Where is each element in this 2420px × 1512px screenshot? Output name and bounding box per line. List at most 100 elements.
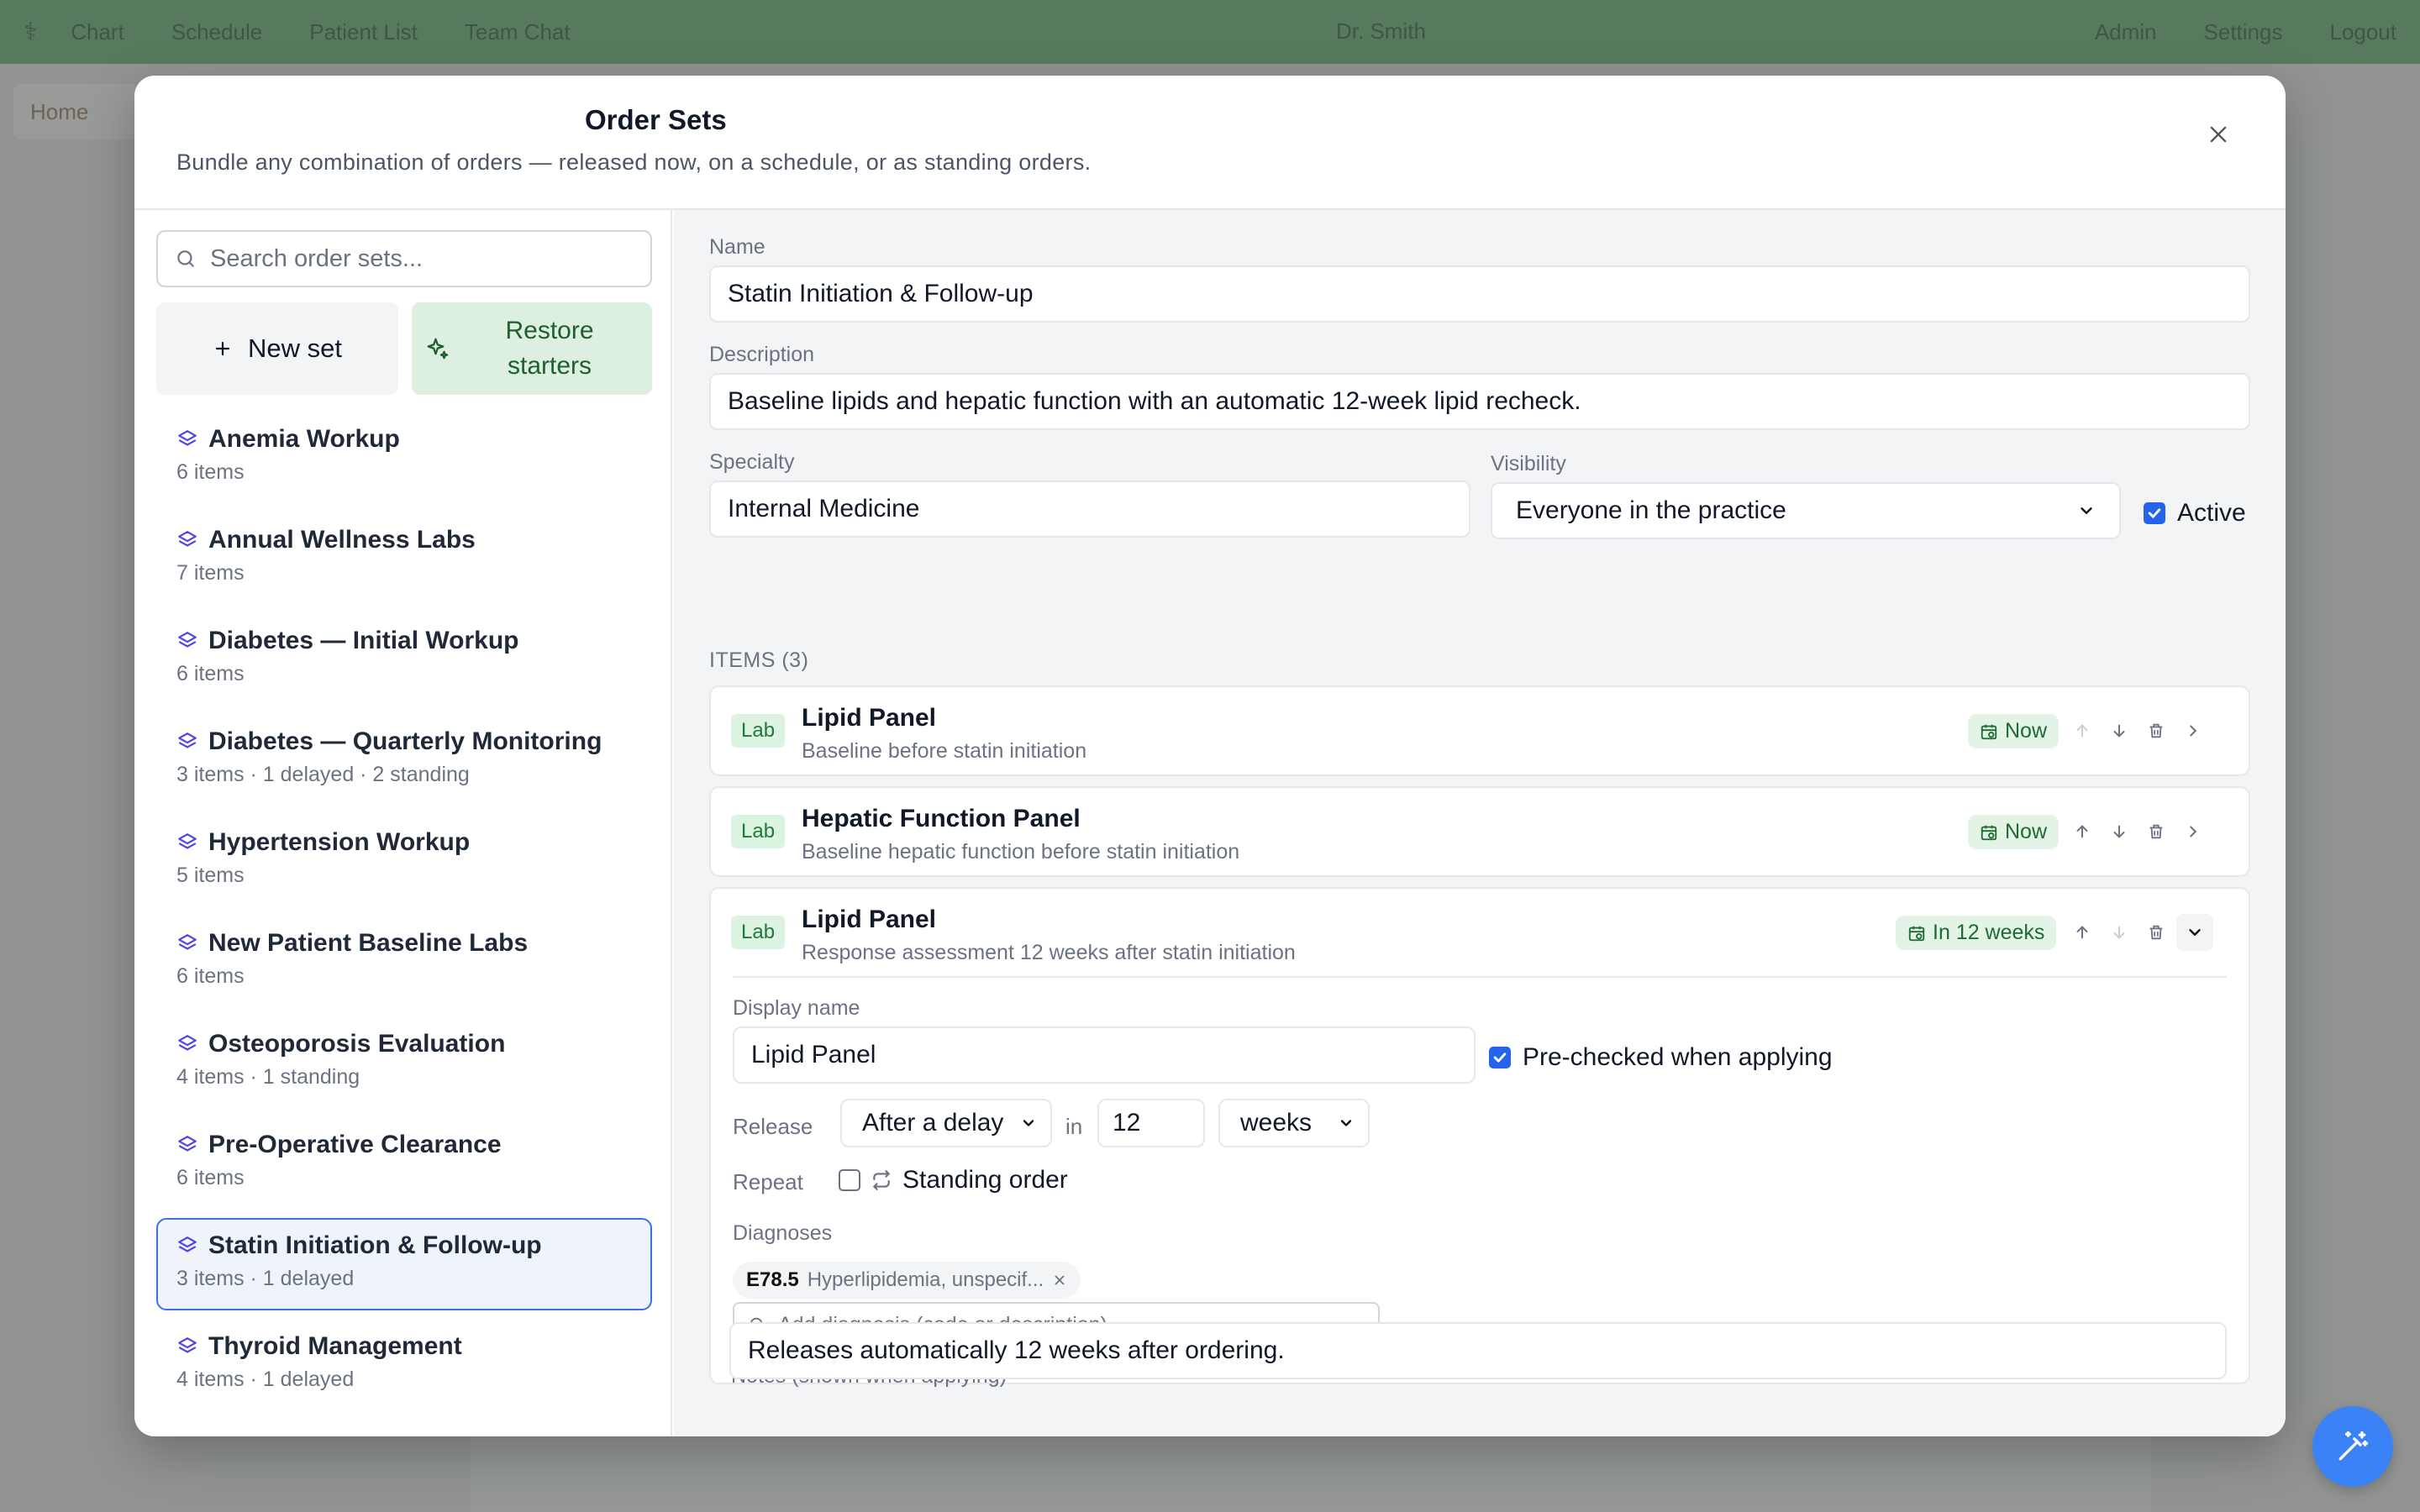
order-set-item[interactable]: New Patient Baseline Labs 6 items (156, 916, 652, 1008)
release-label: Release (733, 1114, 813, 1139)
specialty-input[interactable]: Internal Medicine (709, 480, 1470, 538)
order-set-item[interactable]: Diabetes — Initial Workup 6 items (156, 613, 652, 706)
repeat-icon (873, 1170, 890, 1190)
order-set-meta: 4 items · 1 delayed (176, 1368, 355, 1391)
move-down-button[interactable] (2106, 818, 2133, 845)
order-set-item[interactable]: Anemia Workup 6 items (156, 412, 652, 504)
move-down-button[interactable] (2106, 717, 2133, 744)
move-up-button[interactable] (2069, 717, 2096, 744)
display-name-input[interactable]: Lipid Panel (733, 1026, 1476, 1084)
sparkles-icon (427, 338, 449, 360)
move-up-button[interactable] (2069, 919, 2096, 946)
order-set-item[interactable]: Osteoporosis Evaluation 4 items · 1 stand… (156, 1016, 652, 1109)
restore-starters-label: Restore starters (505, 317, 594, 380)
delete-item-button[interactable] (2143, 717, 2170, 744)
order-set-list-pane: New set Restore starters Anemia Workup 6 … (134, 210, 672, 1436)
order-sets-modal: Order Sets Bundle any combination of ord… (134, 76, 2286, 1436)
order-item-3: Lab Lipid Panel Response assessment 12 w… (709, 887, 2250, 1384)
standing-order-checkbox[interactable] (839, 1169, 860, 1191)
arrow-down-icon (2113, 926, 2125, 939)
prechecked-toggle[interactable]: Pre-checked when applying (1489, 1043, 1833, 1072)
delete-item-button[interactable] (2143, 818, 2170, 845)
order-set-name: Anemia Workup (208, 425, 400, 453)
ai-assist-button[interactable] (2312, 1406, 2393, 1487)
timing-badge: In 12 weeks (1896, 916, 2057, 950)
layers-icon (178, 934, 197, 950)
order-item-3-header[interactable]: Lab Lipid Panel Response assessment 12 w… (711, 889, 2249, 976)
order-set-meta: 4 items · 1 standing (176, 1065, 360, 1089)
order-set-meta: 5 items (176, 864, 245, 887)
order-set-item[interactable]: Diabetes — Quarterly Monitoring 3 items ·… (156, 714, 652, 806)
calendar-clock-icon (1981, 825, 1997, 840)
move-up-button[interactable] (2069, 818, 2096, 845)
order-set-meta: 6 items (176, 1166, 245, 1189)
expand-item-button[interactable] (2180, 818, 2207, 845)
active-toggle[interactable]: Active (2144, 499, 2246, 528)
restore-starters-button[interactable]: Restore starters (412, 302, 652, 395)
order-item-1[interactable]: Lab Lipid Panel Baseline before statin i… (709, 685, 2250, 776)
notes-input[interactable]: Releases automatically 12 weeks after or… (729, 1322, 2227, 1379)
order-set-item[interactable]: Statin Initiation & Follow-up 3 items · 1… (156, 1218, 652, 1310)
order-set-item[interactable]: Hypertension Workup 5 items (156, 815, 652, 907)
diagnosis-code: E78.5 (746, 1268, 799, 1291)
item-title: Hepatic Function Panel (802, 805, 1081, 832)
standing-order-toggle[interactable]: Standing order (839, 1166, 1068, 1194)
release-value: After a delay (862, 1109, 1004, 1137)
expand-item-button[interactable] (2180, 717, 2207, 744)
chevron-down-icon (1340, 1120, 1352, 1126)
plus-icon (215, 341, 230, 356)
layers-icon (178, 833, 197, 849)
arrow-down-icon (2113, 825, 2125, 838)
name-input[interactable]: Statin Initiation & Follow-up (709, 265, 2250, 323)
layers-icon (178, 430, 197, 446)
magic-wand-icon (2338, 1431, 2369, 1461)
order-set-item[interactable]: Annual Wellness Labs 7 items (156, 512, 652, 605)
search-order-sets[interactable] (156, 230, 652, 287)
search-icon (177, 250, 194, 267)
order-item-2[interactable]: Lab Hepatic Function Panel Baseline hepa… (709, 786, 2250, 877)
chevron-right-icon (2190, 725, 2197, 737)
delay-unit-select[interactable]: weeks (1218, 1099, 1370, 1147)
order-set-name: Diabetes — Initial Workup (208, 627, 519, 654)
visibility-select[interactable]: Everyone in the practice (1491, 482, 2121, 539)
description-input[interactable]: Baseline lipids and hepatic function wit… (709, 373, 2250, 430)
release-select[interactable]: After a delay (840, 1099, 1052, 1147)
order-set-meta: 6 items (176, 964, 245, 988)
in-label: in (1065, 1114, 1083, 1139)
diagnoses-label: Diagnoses (733, 1221, 833, 1245)
delete-item-button[interactable] (2143, 919, 2170, 946)
new-set-button[interactable]: New set (156, 302, 398, 395)
search-input[interactable] (210, 244, 630, 273)
collapse-item-button[interactable] (2176, 914, 2213, 951)
order-set-item[interactable]: Pre-Operative Clearance 6 items (156, 1117, 652, 1210)
layers-icon (178, 632, 197, 648)
trash-icon (2149, 723, 2163, 738)
layers-icon (178, 1337, 197, 1353)
order-set-name: Diabetes — Quarterly Monitoring (208, 727, 602, 755)
move-down-button[interactable] (2106, 919, 2133, 946)
item-subtitle: Baseline hepatic function before statin … (802, 840, 1240, 864)
visibility-label: Visibility (1491, 452, 1566, 475)
prechecked-checkbox[interactable] (1489, 1047, 1511, 1068)
delay-amount-input[interactable]: 12 (1097, 1099, 1205, 1147)
order-set-name: Statin Initiation & Follow-up (208, 1231, 542, 1259)
check-icon (1493, 1053, 1507, 1063)
calendar-clock-icon (1981, 724, 1997, 739)
timing-label: Now (2005, 719, 2048, 743)
close-button[interactable] (2198, 114, 2238, 155)
lab-badge: Lab (731, 714, 786, 748)
chevron-down-icon (1023, 1120, 1034, 1126)
new-set-label: New set (248, 333, 342, 363)
order-set-name: Pre-Operative Clearance (208, 1131, 502, 1158)
trash-icon (2149, 925, 2163, 940)
remove-diagnosis-icon[interactable] (1052, 1273, 1067, 1288)
arrow-up-icon (2076, 926, 2088, 939)
active-checkbox[interactable] (2144, 502, 2165, 524)
description-label: Description (709, 343, 815, 366)
layers-icon (178, 1035, 197, 1051)
timing-label: In 12 weeks (1933, 921, 2045, 944)
order-set-item[interactable]: Thyroid Management 4 items · 1 delayed (156, 1319, 652, 1411)
order-set-meta: 7 items (176, 561, 245, 585)
layers-icon (178, 1236, 197, 1252)
item-subtitle: Response assessment 12 weeks after stati… (802, 941, 1296, 964)
